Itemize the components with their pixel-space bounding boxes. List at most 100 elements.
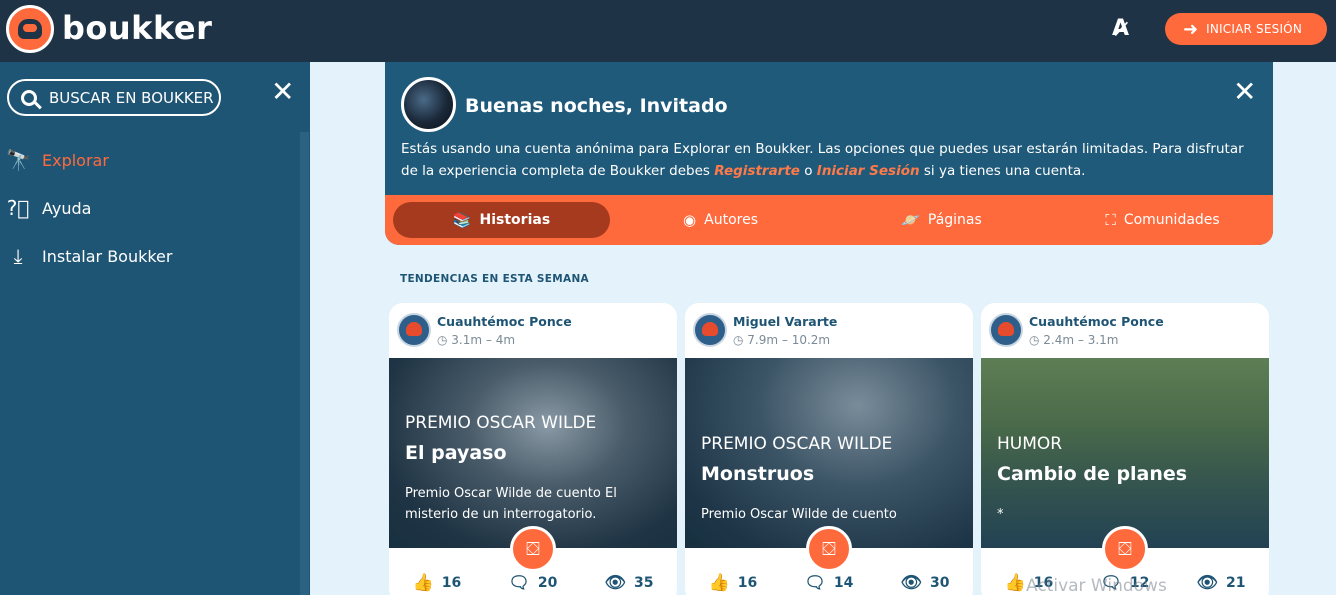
tab-bar: 📚 Historias ◉ Autores 🪐 Páginas ⛶ Comuni…	[385, 195, 1273, 245]
translate-icon[interactable]: A̷	[1112, 16, 1129, 41]
login-link[interactable]: Iniciar Sesión	[817, 163, 920, 179]
avatar[interactable]	[397, 313, 431, 347]
story-cover[interactable]: HUMOR Cambio de planes *	[981, 358, 1269, 548]
avatar[interactable]	[989, 313, 1023, 347]
read-time-value: 3.1m – 4m	[451, 333, 516, 347]
gift-icon[interactable]: ⛋	[806, 526, 852, 572]
brand-name[interactable]: boukker	[62, 9, 212, 47]
comments-value: 20	[537, 575, 558, 591]
sidebar-item-label: Ayuda	[42, 198, 92, 218]
close-sidebar-icon[interactable]: ✕	[271, 78, 294, 106]
story-stats: 👍 16 🗨 20 👁 35	[389, 573, 677, 593]
author-icon: ◉	[683, 211, 697, 229]
story-description: Premio Oscar Wilde de cuento El misterio…	[405, 486, 617, 522]
welcome-panel: Buenas noches, Invitado ✕ Estás usando u…	[385, 62, 1273, 245]
comment-icon: 🗨	[508, 573, 530, 593]
login-button[interactable]: ➜ INICIAR SESIÓN	[1165, 13, 1327, 45]
windows-activation-watermark: Activar Windows	[1026, 576, 1167, 595]
story-card[interactable]: Miguel Vararte ◷ 7.9m – 10.2m PREMIO OSC…	[685, 303, 973, 595]
views-count: 👁 35	[604, 573, 653, 593]
likes-count[interactable]: 👍 16	[413, 573, 462, 593]
welcome-text-part: o	[799, 163, 817, 179]
gift-icon[interactable]: ⛋	[510, 526, 556, 572]
sidebar-scrollbar[interactable]	[300, 132, 309, 595]
boukker-logo-icon[interactable]	[6, 5, 54, 53]
story-description: *	[997, 507, 1004, 522]
sidebar-item-ayuda[interactable]: ?⃝ Ayuda	[6, 196, 92, 220]
top-bar: boukker A̷ ➜ INICIAR SESIÓN	[0, 0, 1336, 62]
tab-comunidades[interactable]: ⛶ Comunidades	[1052, 202, 1273, 238]
sidebar-item-explorar[interactable]: 🔭 Explorar	[6, 148, 109, 172]
clock-icon: ◷	[733, 333, 748, 347]
views-count: 👁 21	[1196, 573, 1245, 593]
thumbs-up-icon: 👍	[1004, 573, 1026, 593]
author-name[interactable]: Miguel Vararte	[733, 314, 837, 329]
tab-label: Páginas	[927, 212, 982, 228]
views-value: 35	[633, 575, 654, 591]
story-title: Monstruos	[701, 463, 815, 485]
story-stats: 👍 16 🗨 14 👁 30	[685, 573, 973, 593]
story-genre: PREMIO OSCAR WILDE	[701, 434, 893, 454]
tab-historias[interactable]: 📚 Historias	[393, 202, 611, 238]
views-count: 👁 30	[900, 573, 949, 593]
comment-icon: 🗨	[804, 573, 826, 593]
guest-avatar	[401, 77, 456, 132]
install-icon: ⤓	[13, 244, 23, 268]
tab-autores[interactable]: ◉ Autores	[610, 202, 831, 238]
eye-icon: 👁	[1196, 573, 1218, 593]
search-icon	[21, 89, 37, 106]
clock-icon: ◷	[437, 333, 452, 347]
story-cover[interactable]: PREMIO OSCAR WILDE El payaso Premio Osca…	[389, 358, 677, 548]
read-time-value: 2.4m – 3.1m	[1043, 333, 1119, 347]
story-title: El payaso	[405, 442, 507, 464]
sidebar: BUSCAR EN BOUKKER ✕ 🔭 Explorar ?⃝ Ayuda …	[0, 62, 310, 595]
community-icon: ⛶	[1105, 211, 1116, 229]
author-name[interactable]: Cuauhtémoc Ponce	[437, 314, 572, 329]
section-title: TENDENCIAS EN ESTA SEMANA	[400, 273, 589, 285]
story-title: Cambio de planes	[997, 463, 1188, 485]
tab-label: Autores	[704, 212, 758, 228]
comments-value: 14	[833, 575, 854, 591]
thumbs-up-icon: 👍	[708, 573, 730, 593]
likes-count[interactable]: 👍 16	[709, 573, 758, 593]
views-value: 21	[1225, 575, 1246, 591]
register-link[interactable]: Registrarte	[714, 163, 800, 179]
comments-count[interactable]: 🗨 14	[804, 573, 853, 593]
story-cover[interactable]: PREMIO OSCAR WILDE Monstruos Premio Osca…	[685, 358, 973, 548]
search-button[interactable]: BUSCAR EN BOUKKER	[7, 79, 221, 116]
tab-paginas[interactable]: 🪐 Páginas	[831, 202, 1052, 238]
views-value: 30	[929, 575, 950, 591]
read-time: ◷ 3.1m – 4m	[437, 333, 515, 347]
welcome-text: Estás usando una cuenta anónima para Exp…	[401, 138, 1261, 182]
sidebar-item-instalar[interactable]: ⤓ Instalar Boukker	[6, 244, 173, 268]
story-genre: PREMIO OSCAR WILDE	[405, 413, 597, 433]
story-card[interactable]: Cuauhtémoc Ponce ◷ 2.4m – 3.1m HUMOR Cam…	[981, 303, 1269, 595]
books-icon: 📚	[452, 211, 472, 229]
story-description: Premio Oscar Wilde de cuento	[701, 507, 897, 522]
likes-value: 16	[737, 575, 758, 591]
story-genre: HUMOR	[997, 434, 1063, 454]
thumbs-up-icon: 👍	[412, 573, 434, 593]
eye-icon: 👁	[900, 573, 922, 593]
likes-value: 16	[441, 575, 462, 591]
close-welcome-icon[interactable]: ✕	[1233, 78, 1256, 106]
avatar[interactable]	[693, 313, 727, 347]
eye-icon: 👁	[604, 573, 626, 593]
tab-label: Comunidades	[1123, 212, 1220, 228]
author-name[interactable]: Cuauhtémoc Ponce	[1029, 314, 1164, 329]
read-time-value: 7.9m – 10.2m	[747, 333, 831, 347]
sidebar-item-label: Explorar	[42, 150, 109, 170]
read-time: ◷ 2.4m – 3.1m	[1029, 333, 1118, 347]
story-card[interactable]: Cuauhtémoc Ponce ◷ 3.1m – 4m PREMIO OSCA…	[389, 303, 677, 595]
login-arrow-icon: ➜	[1183, 18, 1199, 40]
search-label: BUSCAR EN BOUKKER	[49, 88, 214, 107]
help-icon: ?⃝	[6, 196, 30, 220]
sidebar-item-label: Instalar Boukker	[42, 246, 173, 266]
gift-icon[interactable]: ⛋	[1102, 526, 1148, 572]
tab-label: Historias	[479, 212, 551, 228]
comments-count[interactable]: 🗨 20	[508, 573, 557, 593]
telescope-icon: 🔭	[6, 148, 31, 172]
read-time: ◷ 7.9m – 10.2m	[733, 333, 830, 347]
planet-icon: 🪐	[901, 211, 920, 229]
login-label: INICIAR SESIÓN	[1206, 22, 1303, 36]
